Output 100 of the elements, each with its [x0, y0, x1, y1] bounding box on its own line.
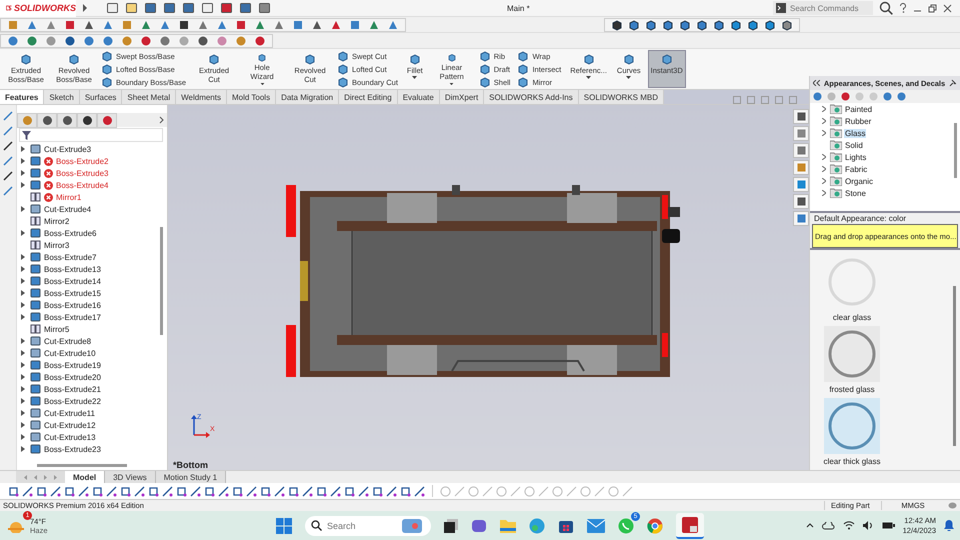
expand-arrow-icon[interactable]	[21, 230, 25, 236]
sketch-tool-icon[interactable]	[232, 486, 243, 496]
feature-tree-item[interactable]: Cut-Extrude3	[19, 143, 167, 155]
feature-tree-item[interactable]: Boss-Extrude2	[19, 155, 167, 167]
feature-tree-item[interactable]: Boss-Extrude21	[19, 383, 167, 395]
caret-right-icon[interactable]	[82, 3, 88, 13]
task-pane-tab[interactable]	[793, 177, 809, 192]
toolbar-icon[interactable]	[182, 2, 195, 14]
sketch-tool-icon[interactable]	[8, 486, 19, 496]
feature-tree-item[interactable]: Mirror3	[19, 239, 167, 251]
glass-sphere-swatch[interactable]	[824, 326, 880, 382]
wifi-icon[interactable]	[842, 521, 855, 530]
task-pane-tab[interactable]	[793, 109, 809, 124]
sketch-tool-icon[interactable]	[316, 486, 327, 496]
ribbon-tab[interactable]: Features	[0, 90, 44, 104]
feature-tree-item[interactable]: Boss-Extrude17	[19, 311, 167, 323]
model-tab[interactable]: Model	[65, 471, 106, 483]
feature-tree-item[interactable]: Mirror1	[19, 191, 167, 203]
feature-tree-item[interactable]: Boss-Extrude23	[19, 443, 167, 455]
sketch-tool-icon[interactable]	[288, 486, 299, 496]
chevron-up-icon[interactable]	[806, 523, 814, 528]
sketch-tool-icon[interactable]	[414, 486, 425, 496]
feature-tree-item[interactable]: Boss-Extrude19	[19, 359, 167, 371]
feature-tree-item[interactable]: Mirror2	[19, 215, 167, 227]
toolbar-icon[interactable]	[64, 18, 76, 30]
appearance-folder[interactable]: Fabric	[820, 163, 960, 175]
feature-tree-item[interactable]: Cut-Extrude13	[19, 431, 167, 443]
restore-icon[interactable]	[928, 4, 937, 12]
sketch-tool-icon[interactable]	[274, 486, 285, 496]
taskbar-search-field[interactable]: Search	[305, 516, 431, 536]
caret-down-icon[interactable]	[586, 76, 592, 80]
model-tab[interactable]: 3D Views	[105, 471, 156, 483]
toolbar-icon[interactable]	[106, 2, 119, 14]
sketch-tool-icon[interactable]	[204, 486, 215, 496]
cloud-icon[interactable]	[822, 522, 835, 530]
sketch-tool-icon[interactable]	[246, 486, 257, 496]
task-pane-tab[interactable]	[793, 211, 809, 226]
sketch-tool-icon[interactable]	[330, 486, 341, 496]
caret-down-icon[interactable]	[626, 76, 632, 80]
help-icon[interactable]	[899, 3, 907, 13]
toolbar-icon[interactable]	[178, 18, 190, 30]
feature-tree-item[interactable]: Cut-Extrude12	[19, 419, 167, 431]
speaker-icon[interactable]	[862, 521, 874, 530]
manager-tab[interactable]	[97, 112, 117, 128]
manager-tab[interactable]	[57, 112, 77, 128]
feature-tree-item[interactable]: Boss-Extrude7	[19, 251, 167, 263]
appearance-folder[interactable]: Lights	[820, 151, 960, 163]
battery-icon[interactable]	[882, 521, 895, 530]
feature-tree-item[interactable]: Boss-Extrude4	[19, 179, 167, 191]
phone-chat-icon[interactable]	[618, 518, 634, 534]
appearance-folder[interactable]: Organic	[820, 175, 960, 187]
toolbar-icon[interactable]	[140, 34, 152, 46]
toolbar-icon[interactable]	[239, 2, 252, 14]
sketch-tool-icon[interactable]	[64, 486, 75, 496]
feature-tree-item[interactable]: Cut-Extrude10	[19, 347, 167, 359]
feature-tree-item[interactable]: Mirror5	[19, 323, 167, 335]
sketch-tool-icon[interactable]	[190, 486, 201, 496]
toolbar-icon[interactable]	[163, 2, 176, 14]
feature-tree-item[interactable]: Cut-Extrude8	[19, 335, 167, 347]
filter-field[interactable]	[19, 128, 163, 142]
feature-tree-item[interactable]: Boss-Extrude22	[19, 395, 167, 407]
sketch-tool-icon[interactable]	[344, 486, 355, 496]
sketch-tool-icon[interactable]	[302, 486, 313, 496]
feature-tree-item[interactable]: Boss-Extrude13	[19, 263, 167, 275]
sketch-tool-icon[interactable]	[106, 486, 117, 496]
feature-tree-item[interactable]: Boss-Extrude3	[19, 167, 167, 179]
windows-start-icon[interactable]	[276, 518, 292, 534]
notification-bell-icon[interactable]	[944, 520, 954, 531]
folder-icon[interactable]	[500, 518, 516, 532]
appearance-folder[interactable]: Painted	[820, 103, 960, 115]
toolbar-icon[interactable]	[125, 2, 138, 14]
glass-sphere-swatch[interactable]	[824, 398, 880, 454]
feature-tree-item[interactable]: Cut-Extrude4	[19, 203, 167, 215]
task-view-icon[interactable]	[444, 518, 458, 532]
sketch-tool-icon[interactable]	[386, 486, 397, 496]
sketch-tool-icon[interactable]	[358, 486, 369, 496]
sketch-tool-icon[interactable]	[120, 486, 131, 496]
sketch-tool-icon[interactable]	[162, 486, 173, 496]
toolbar-icon[interactable]	[254, 34, 266, 46]
appearance-folder[interactable]: Rubber	[820, 115, 960, 127]
chevron-right-icon[interactable]	[159, 116, 164, 124]
pin-icon[interactable]	[949, 79, 957, 87]
feature-tree-item[interactable]: Cut-Extrude11	[19, 407, 167, 419]
feature-tree-item[interactable]: Boss-Extrude15	[19, 287, 167, 299]
toolbar-icon[interactable]	[258, 2, 271, 14]
feature-tree-item[interactable]: Boss-Extrude14	[19, 275, 167, 287]
appearance-folder[interactable]: Glass	[820, 127, 960, 139]
manager-tab[interactable]	[37, 112, 57, 128]
sketch-tool-icon[interactable]	[78, 486, 89, 496]
appearance-folder[interactable]: Solid	[820, 139, 960, 151]
sketch-tool-icon[interactable]	[218, 486, 229, 496]
caret-down-icon[interactable]	[449, 82, 454, 85]
manager-tab[interactable]	[77, 112, 97, 128]
collapse-icon[interactable]	[813, 80, 820, 86]
search-input[interactable]: Search Commands	[790, 4, 860, 12]
sketch-tool-icon[interactable]	[148, 486, 159, 496]
sketch-tool-icon[interactable]	[22, 486, 33, 496]
cad-app-icon[interactable]	[676, 512, 704, 538]
search-icon[interactable]	[879, 1, 893, 15]
search-commands-field[interactable]: Search Commands	[773, 1, 873, 15]
